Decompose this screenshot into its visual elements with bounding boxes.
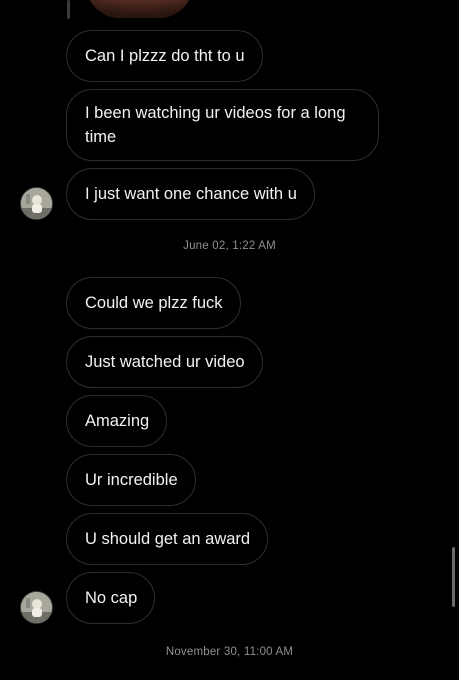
message-bubble[interactable]: Just watched ur video [66,336,263,388]
message-text: No cap [85,589,138,607]
message-bubble[interactable]: Could we plzz fuck [66,277,241,329]
message-text: Amazing [85,412,150,430]
message-bubble[interactable]: No cap [66,572,156,624]
message-text: I been watching ur videos for a long tim… [85,104,346,146]
timestamp-divider: June 02, 1:22 AM [183,240,276,252]
message-text: U should get an award [85,530,251,548]
avatar-photo-icon [21,592,52,623]
sender-avatar[interactable] [20,187,53,220]
message-bubble[interactable]: I just want one chance with u [66,168,315,220]
timestamp-divider: November 30, 11:00 AM [165,646,294,658]
message-text: Can I plzzz do tht to u [85,47,245,65]
message-bubble[interactable]: Amazing [66,395,168,447]
message-text: Could we plzz fuck [85,294,223,312]
message-bubble[interactable]: U should get an award [66,513,269,565]
sender-avatar[interactable] [20,591,53,624]
message-bubble[interactable]: Can I plzzz do tht to u [66,30,263,82]
message-text: I just want one chance with u [85,185,297,203]
message-bubble[interactable]: I been watching ur videos for a long tim… [66,89,379,161]
reply-indicator-line [67,0,70,19]
message-text: Ur incredible [85,471,178,489]
message-text: Just watched ur video [85,353,245,371]
message-bubble[interactable]: Ur incredible [66,454,196,506]
avatar-photo-icon [21,188,52,219]
scrollbar-thumb[interactable] [452,547,455,607]
shared-photo-thumbnail[interactable] [86,0,193,18]
message-thread[interactable]: Can I plzzz do tht to u I been watching … [0,0,459,680]
